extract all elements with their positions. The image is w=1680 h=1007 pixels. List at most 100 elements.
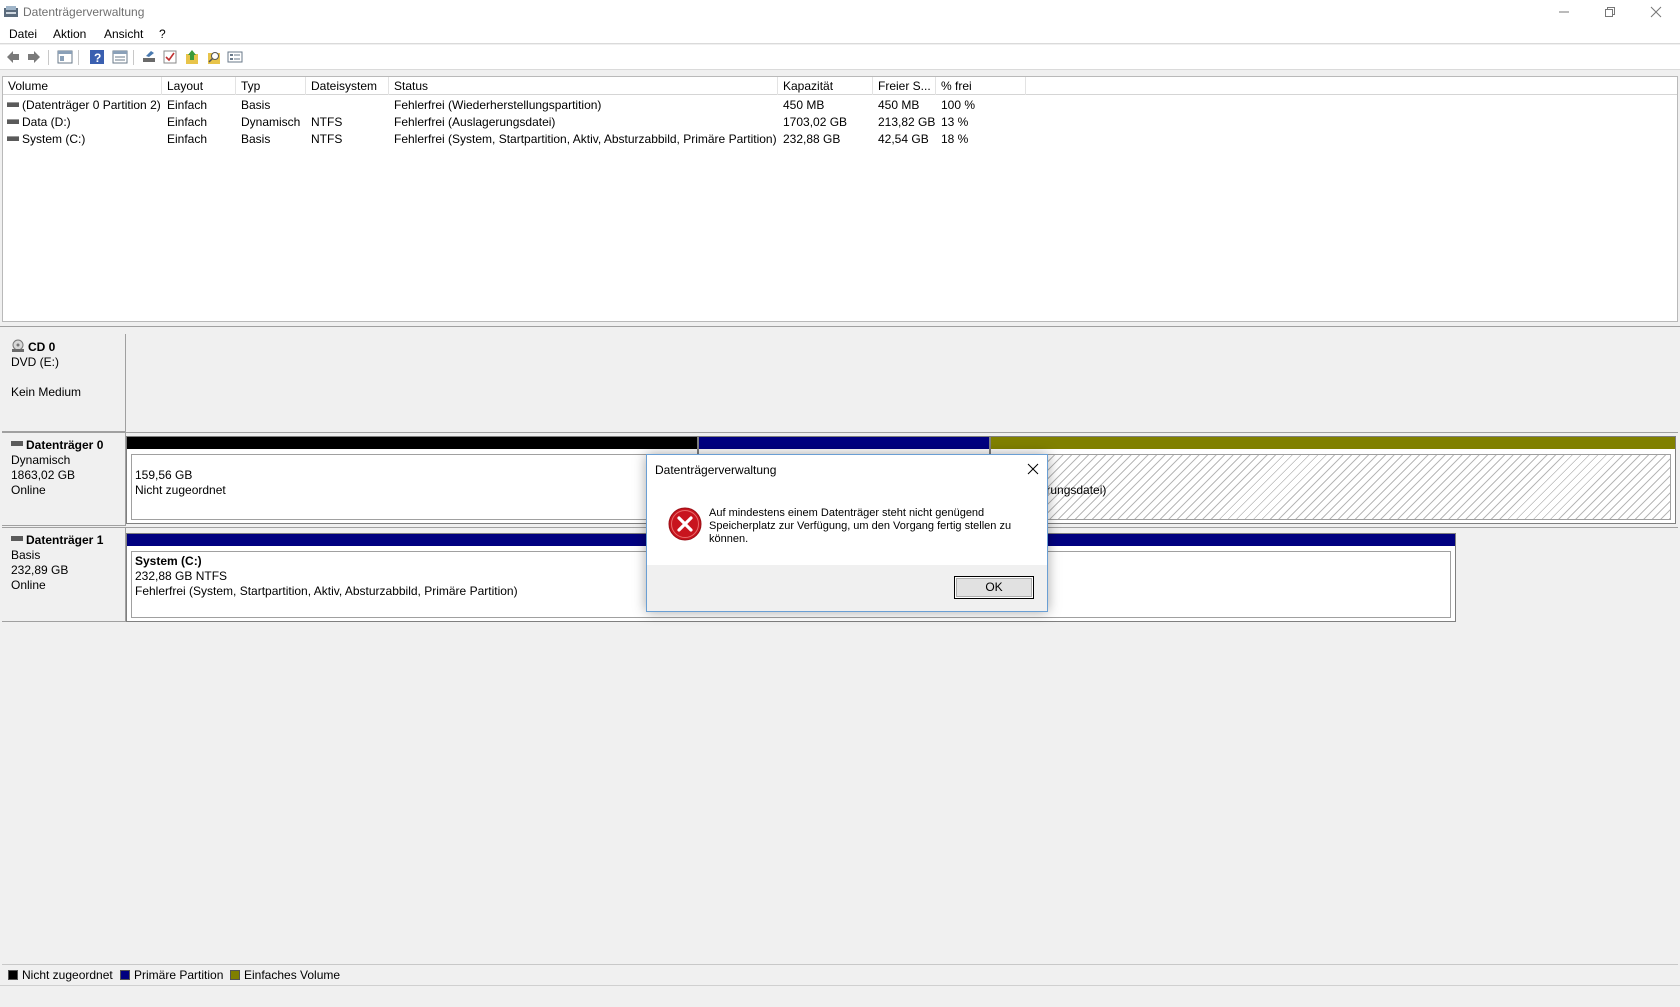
svg-text:?: ? bbox=[94, 51, 101, 65]
status-bar bbox=[0, 985, 1680, 1007]
partition-status: (Auslagerungsdatei) bbox=[999, 483, 1107, 497]
check-icon[interactable] bbox=[162, 49, 178, 65]
window-title: Datenträgerverwaltung bbox=[23, 5, 145, 19]
cell-prozent-frei: 13 % bbox=[941, 115, 969, 129]
column-status[interactable]: Status bbox=[389, 77, 778, 95]
partition-unallocated[interactable]: 159,56 GB Nicht zugeordnet bbox=[126, 436, 698, 524]
partition-bar bbox=[699, 437, 989, 449]
pane-splitter[interactable] bbox=[0, 322, 1680, 327]
table-row[interactable]: System (C:) Einfach Basis NTFS Fehlerfre… bbox=[3, 130, 1677, 147]
cell-kapazitaet: 1703,02 GB bbox=[783, 115, 848, 129]
legend-label: Nicht zugeordnet bbox=[22, 968, 113, 982]
restore-button[interactable] bbox=[1586, 0, 1632, 24]
cell-layout: Einfach bbox=[167, 115, 208, 129]
toolbar: ? bbox=[0, 45, 1680, 70]
cell-prozent-frei: 100 % bbox=[941, 98, 976, 112]
search-icon[interactable] bbox=[206, 49, 222, 65]
ok-button[interactable]: OK bbox=[954, 576, 1034, 599]
column-typ[interactable]: Typ bbox=[236, 77, 306, 95]
legend-unallocated: Nicht zugeordnet bbox=[8, 968, 113, 982]
cell-status: Fehlerfrei (Wiederherstellungspartition) bbox=[394, 98, 602, 112]
minimize-button[interactable] bbox=[1540, 0, 1586, 24]
help-icon[interactable]: ? bbox=[89, 49, 105, 65]
legend-simple-volume: Einfaches Volume bbox=[230, 968, 340, 982]
console-tree-icon[interactable] bbox=[57, 49, 73, 65]
properties-icon[interactable] bbox=[227, 49, 243, 65]
disk-management-app-icon bbox=[4, 6, 18, 17]
menu-help[interactable]: ? bbox=[159, 27, 166, 41]
legend-primary: Primäre Partition bbox=[120, 968, 223, 982]
volume-icon bbox=[7, 136, 19, 141]
disk-label-cd0[interactable]: CD 0 DVD (E:) Kein Medium bbox=[2, 334, 126, 432]
cd0-name: CD 0 bbox=[28, 340, 56, 354]
cell-freier-speicher: 213,82 GB bbox=[878, 115, 936, 129]
cell-status: Fehlerfrei (Auslagerungsdatei) bbox=[394, 115, 556, 129]
cell-kapazitaet: 232,88 GB bbox=[783, 132, 841, 146]
column-dateisystem[interactable]: Dateisystem bbox=[306, 77, 389, 95]
list-view-icon[interactable] bbox=[112, 49, 128, 65]
menu-aktion[interactable]: Aktion bbox=[53, 27, 86, 41]
disk0-state: Online bbox=[11, 483, 46, 497]
up-icon[interactable] bbox=[184, 49, 200, 65]
column-prozent-frei[interactable]: % frei bbox=[936, 77, 1026, 95]
error-icon bbox=[668, 507, 702, 541]
column-kapazitaet[interactable]: Kapazität bbox=[778, 77, 873, 95]
cell-prozent-frei: 18 % bbox=[941, 132, 969, 146]
legend-swatch bbox=[8, 970, 18, 980]
cell-status: Fehlerfrei (System, Startpartition, Akti… bbox=[394, 132, 777, 146]
legend: Nicht zugeordnet Primäre Partition Einfa… bbox=[2, 964, 1678, 984]
partition-body: 3 NTFS (Auslagerungsdatei) bbox=[995, 454, 1671, 520]
disk-label-disk0[interactable]: Datenträger 0 Dynamisch 1863,02 GB Onlin… bbox=[2, 433, 126, 526]
column-freier-speicher[interactable]: Freier S... bbox=[873, 77, 936, 95]
table-row[interactable]: (Datenträger 0 Partition 2) Einfach Basi… bbox=[3, 96, 1677, 113]
rescan-icon[interactable] bbox=[141, 49, 157, 65]
table-row[interactable]: Data (D:) Einfach Dynamisch NTFS Fehlerf… bbox=[3, 113, 1677, 130]
volume-icon bbox=[7, 119, 19, 124]
legend-swatch bbox=[230, 970, 240, 980]
disk1-name: Datenträger 1 bbox=[26, 533, 104, 547]
minimize-icon bbox=[1559, 11, 1569, 13]
cell-freier-speicher: 450 MB bbox=[878, 98, 920, 112]
menu-ansicht[interactable]: Ansicht bbox=[104, 27, 143, 41]
volume-list-header: Volume Layout Typ Dateisystem Status Kap… bbox=[3, 77, 1677, 95]
cell-dateisystem: NTFS bbox=[311, 132, 343, 146]
partition-data[interactable]: 3 NTFS (Auslagerungsdatei) bbox=[990, 436, 1676, 524]
menu-datei[interactable]: Datei bbox=[9, 27, 37, 41]
menu-bar: Datei Aktion Ansicht ? bbox=[0, 24, 1680, 44]
disk-label-disk1[interactable]: Datenträger 1 Basis 232,89 GB Online bbox=[2, 528, 126, 622]
disk-icon bbox=[11, 536, 23, 541]
cd0-drive: DVD (E:) bbox=[11, 355, 59, 369]
disk1-size: 232,89 GB bbox=[11, 563, 69, 577]
cell-typ: Dynamisch bbox=[241, 115, 301, 129]
column-volume[interactable]: Volume bbox=[3, 77, 162, 95]
column-layout[interactable]: Layout bbox=[162, 77, 236, 95]
legend-label: Einfaches Volume bbox=[244, 968, 341, 982]
disk1-type: Basis bbox=[11, 548, 41, 562]
cell-volume: System (C:) bbox=[22, 132, 86, 146]
disk0-size: 1863,02 GB bbox=[11, 468, 76, 482]
legend-swatch bbox=[120, 970, 130, 980]
partition-size: 159,56 GB bbox=[135, 468, 193, 482]
cell-dateisystem: NTFS bbox=[311, 115, 343, 129]
volume-icon bbox=[7, 102, 19, 107]
partition-bar bbox=[127, 437, 697, 449]
back-icon[interactable] bbox=[5, 49, 21, 65]
close-button[interactable] bbox=[1632, 0, 1678, 24]
dialog-message: Auf mindestens einem Datenträger steht n… bbox=[709, 507, 1012, 545]
forward-icon[interactable] bbox=[26, 49, 42, 65]
title-bar: Datenträgerverwaltung bbox=[0, 0, 1680, 24]
disk0-type: Dynamisch bbox=[11, 453, 71, 467]
restore-icon bbox=[1605, 7, 1615, 17]
dialog-close-icon[interactable] bbox=[1025, 461, 1041, 477]
cell-volume: Data (D:) bbox=[22, 115, 71, 129]
cd0-media-status: Kein Medium bbox=[11, 385, 82, 399]
error-dialog: Datenträgerverwaltung Auf mindestens ein… bbox=[646, 454, 1048, 612]
disk-icon bbox=[11, 441, 23, 446]
partition-status: Nicht zugeordnet bbox=[135, 483, 226, 497]
disk1-state: Online bbox=[11, 578, 46, 592]
cell-typ: Basis bbox=[241, 98, 271, 112]
partition-bar bbox=[991, 437, 1675, 449]
volume-list[interactable]: Volume Layout Typ Dateisystem Status Kap… bbox=[2, 76, 1678, 322]
close-icon bbox=[1650, 6, 1662, 18]
disk0-name: Datenträger 0 bbox=[26, 438, 104, 452]
